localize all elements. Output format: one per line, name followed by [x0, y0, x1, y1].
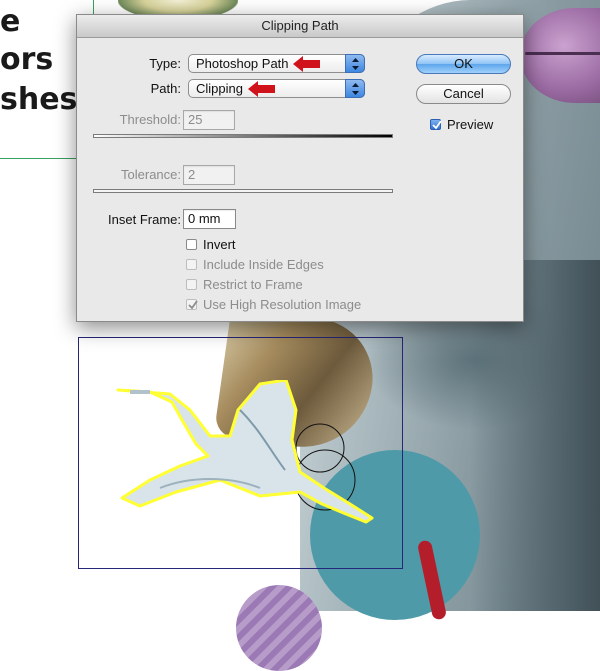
type-popup[interactable]: Photoshop Path [188, 54, 365, 73]
preview-checkbox[interactable]: Preview [430, 117, 493, 132]
threshold-slider[interactable] [93, 134, 393, 138]
document-text-line: ors [0, 42, 54, 77]
stepper-arrows-icon [345, 79, 365, 98]
include-inside-edges-checkbox[interactable]: Include Inside Edges [186, 257, 324, 272]
checkbox-box[interactable] [186, 259, 197, 270]
checkbox-box[interactable] [186, 279, 197, 290]
inset-frame-label: Inset Frame: [108, 212, 181, 227]
use-high-resolution-checkbox[interactable]: Use High Resolution Image [186, 297, 361, 312]
type-popup-value: Photoshop Path [196, 56, 289, 71]
cancel-button[interactable]: Cancel [416, 84, 511, 104]
dialog-title[interactable]: Clipping Path [77, 15, 523, 38]
tolerance-label: Tolerance: [121, 167, 181, 182]
guide-line [0, 158, 78, 159]
checkbox-box[interactable] [430, 119, 442, 130]
ok-button[interactable]: OK [416, 54, 511, 74]
preview-label: Preview [447, 117, 494, 132]
document-text-line: e [0, 4, 21, 39]
use-high-resolution-label: Use High Resolution Image [203, 297, 362, 312]
tolerance-field[interactable]: 2 [183, 165, 235, 185]
guide-line-vertical [93, 0, 94, 14]
invert-label: Invert [203, 237, 236, 252]
checkbox-box[interactable] [186, 239, 197, 250]
tolerance-slider[interactable] [93, 189, 393, 193]
restrict-to-frame-label: Restrict to Frame [203, 277, 303, 292]
path-label: Path: [150, 81, 181, 96]
inset-frame-field[interactable]: 0 mm [183, 209, 236, 229]
threshold-field[interactable]: 25 [183, 110, 235, 130]
red-arrow-icon [293, 56, 320, 72]
checkmark-icon [432, 120, 442, 130]
purple-circle-shape [236, 585, 322, 671]
lips-line [525, 52, 600, 55]
restrict-to-frame-checkbox[interactable]: Restrict to Frame [186, 277, 303, 292]
clipping-path-dialog: Clipping Path Type: Photoshop Path Path:… [76, 14, 524, 322]
image-frame[interactable] [78, 337, 403, 569]
invert-checkbox[interactable]: Invert [186, 237, 236, 252]
path-popup[interactable]: Clipping [188, 79, 365, 98]
red-arrow-icon [248, 81, 275, 97]
threshold-label: Threshold: [119, 112, 181, 127]
document-text-line: shes [0, 82, 78, 117]
checkmark-icon [188, 300, 198, 310]
stepper-arrows-icon [345, 54, 365, 73]
include-inside-edges-label: Include Inside Edges [203, 257, 324, 272]
path-popup-value: Clipping [196, 81, 243, 96]
checkbox-box[interactable] [186, 299, 198, 310]
type-label: Type: [149, 56, 181, 71]
